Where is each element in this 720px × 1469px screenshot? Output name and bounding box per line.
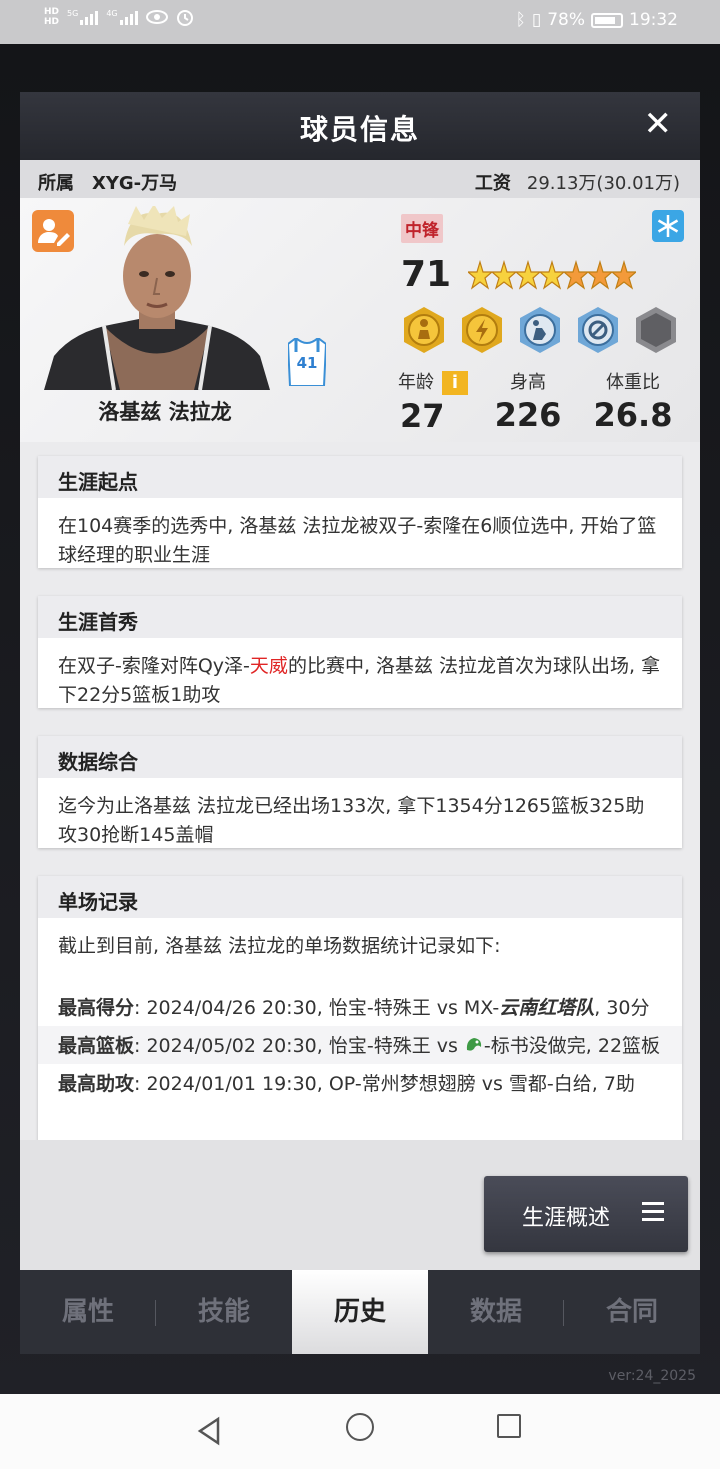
version-label: ver:24_2025 [608,1368,696,1384]
vibrate-icon: ▯ [531,10,542,30]
tab-contract[interactable]: 合同 [564,1270,700,1354]
tab-attributes[interactable]: 属性 [20,1270,156,1354]
close-button[interactable]: ✕ [644,106,673,142]
star-rating [468,260,636,292]
weight-ratio-stat: 体重比 26.8 [588,368,678,434]
card-text: 在双子-索隆对阵Qy泽-天威的比赛中, 洛基兹 法拉龙首次为球队出场, 拿下22… [58,655,661,706]
position-badge: 中锋 [401,214,443,243]
skill-badges [400,306,680,354]
salary-label: 工资 [474,173,511,194]
card-text: 迄今为止洛基兹 法拉龙已经出场133次, 拿下1354分1265篮板325助攻3… [58,795,645,846]
team-salary-bar: 所属 XYG-万马 工资 29.13万(30.01万) [20,160,700,198]
jersey-number-icon: 41 [286,336,328,387]
star-icon [468,260,492,290]
height-stat: 身高 226 [488,368,568,434]
shooter-badge-icon[interactable] [516,306,564,354]
player-badge-icon[interactable] [400,306,448,354]
team-name: XYG-万马 [92,173,178,194]
height-value: 226 [494,396,562,434]
recents-icon[interactable] [497,1414,521,1438]
team-logo-icon [466,1038,482,1051]
card-title: 单场记录 [38,876,682,918]
player-info-dialog: 球员信息 ✕ 所属 XYG-万马 工资 29.13万(30.01万) 41 洛基兹 … [20,92,700,1354]
career-overview-label: 生涯概述 [522,1206,611,1231]
bluetooth-icon: ᛒ [515,10,526,30]
age-info-icon[interactable]: i [442,371,468,395]
history-scroll-area[interactable]: 生涯起点 在104赛季的选秀中, 洛基兹 法拉龙被双子-索隆在6顺位选中, 开始… [20,442,700,1140]
tab-data[interactable]: 数据 [428,1270,564,1354]
dialog-title: 球员信息 [299,113,420,146]
star-icon [540,260,564,290]
dialog-header: 球员信息 ✕ [20,92,700,160]
player-profile: 41 洛基兹 法拉龙 中锋 71 年龄 i 27 身高 226 体重比 26.8 [20,198,700,442]
records-intro: 截止到目前, 洛基兹 法拉龙的单场数据统计记录如下: [58,935,501,957]
signal-5g-icon: 5G [67,9,99,25]
battery-icon [591,12,623,28]
card-text: 在104赛季的选秀中, 洛基兹 法拉龙被双子-索隆在6顺位选中, 开始了篮球经理… [58,515,657,566]
record-row: 最高篮板: 2024/05/02 20:30, 怡宝-特殊王 vs -标书没做完… [38,1026,682,1064]
tab-skills[interactable]: 技能 [156,1270,292,1354]
player-avatar [44,206,270,390]
single-game-records-card: 单场记录 截止到目前, 洛基兹 法拉龙的单场数据统计记录如下: 最高得分: 20… [38,876,682,1140]
height-label: 身高 [510,372,546,393]
system-nav-bar [0,1394,720,1469]
locked-badge-icon[interactable] [632,306,680,354]
card-title: 生涯起点 [38,456,682,498]
career-start-card: 生涯起点 在104赛季的选秀中, 洛基兹 法拉龙被双子-索隆在6顺位选中, 开始… [38,456,682,568]
player-name: 洛基兹 法拉龙 [98,400,232,424]
star-icon [588,260,612,290]
age-value: 27 [400,397,445,435]
career-overview-button[interactable]: 生涯概述 [484,1176,688,1252]
stats-summary-card: 数据综合 迄今为止洛基兹 法拉龙已经出场133次, 拿下1354分1265篮板3… [38,736,682,848]
card-title: 数据综合 [38,736,682,778]
eye-icon [145,10,168,24]
age-stat: 年龄 i 27 [398,368,468,435]
star-icon [516,260,540,290]
clock: 19:32 [629,10,678,30]
salary-value: 29.13万(30.01万) [526,173,680,194]
snowflake-icon [657,215,679,237]
record-row: 最高得分: 2024/04/26 20:30, 怡宝-特殊王 vs MX-云南红… [58,997,650,1019]
jersey-number: 41 [296,354,318,372]
hd-indicator: HD HD [44,7,60,27]
career-debut-card: 生涯首秀 在双子-索隆对阵Qy泽-天威的比赛中, 洛基兹 法拉龙首次为球队出场,… [38,596,682,708]
tab-bar: 属性 技能 历史 数据 合同 [20,1270,700,1354]
weight-ratio-label: 体重比 [606,372,660,393]
weight-ratio-value: 26.8 [593,396,673,434]
star-icon [564,260,588,290]
opponent-name: 天威 [249,655,288,677]
cold-status-button[interactable] [652,210,684,242]
card-title: 生涯首秀 [38,596,682,638]
status-bar: HD HD 5G 4G ᛒ ▯ 78% 19:32 [0,0,720,44]
half-star-icon [612,260,636,290]
menu-icon [642,1202,664,1222]
star-icon [492,260,516,290]
alarm-icon [176,10,193,26]
lightning-badge-icon[interactable] [458,306,506,354]
record-row: 最高助攻: 2024/01/01 19:30, OP-常州梦想翅膀 vs 雪都-… [58,1073,635,1095]
age-label: 年龄 [398,372,434,393]
signal-4g-icon: 4G [106,9,138,25]
home-icon[interactable] [346,1413,374,1441]
battery-percent: 78% [547,10,585,30]
team-label: 所属 [38,173,74,194]
block-badge-icon[interactable] [574,306,622,354]
overall-rating: 71 [401,254,452,295]
tab-history[interactable]: 历史 [292,1270,428,1354]
back-icon[interactable] [196,1416,222,1446]
